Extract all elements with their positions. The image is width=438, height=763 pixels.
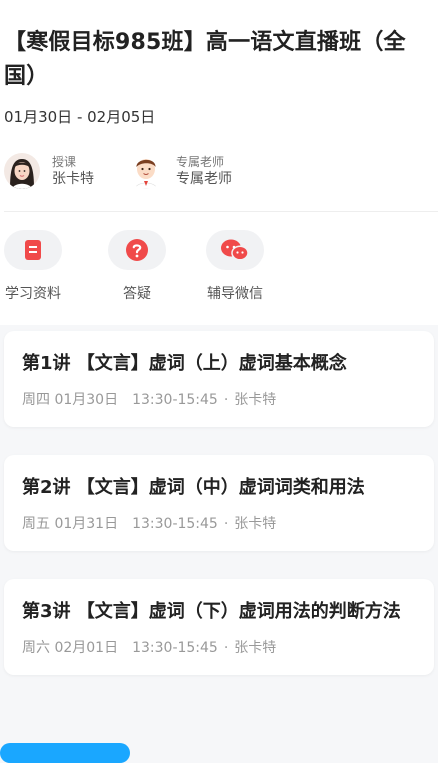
- teacher-name: 专属老师: [176, 171, 232, 187]
- lesson-card[interactable]: 第2讲 【文言】虚词（中）虚词词类和用法 周五 01月31日 13:30-15:4…: [4, 455, 434, 551]
- study-materials-label: 学习资料: [5, 286, 61, 302]
- lesson-meta-separator: ·: [223, 640, 229, 656]
- lesson-teacher: 张卡特: [234, 392, 277, 408]
- course-header: 【寒假目标985班】高一语文直播班（全国） 01月30日 - 02月05日 授课…: [0, 0, 438, 325]
- lesson-meta: 周六 02月01日 13:30-15:45 · 张卡特: [22, 637, 418, 657]
- qa-button[interactable]: 答疑: [108, 230, 166, 303]
- document-icon: [4, 230, 62, 270]
- teacher-list: 授课 张卡特 专属老师 专属老师: [4, 149, 438, 193]
- lesson-list: 第1讲 【文言】虚词（上）虚词基本概念 周四 01月30日 13:30-15:45…: [0, 325, 438, 675]
- lesson-title: 第3讲 【文言】虚词（下）虚词用法的判断方法: [22, 601, 401, 622]
- qa-label: 答疑: [123, 286, 151, 302]
- lesson-meta: 周五 01月31日 13:30-15:45 · 张卡特: [22, 513, 418, 533]
- lesson-time: 13:30-15:45: [132, 392, 218, 408]
- female-teacher-avatar-icon: [4, 153, 40, 189]
- male-teacher-avatar-icon: [128, 153, 164, 189]
- lesson-day: 周四 01月30日: [22, 392, 119, 408]
- course-title: 【寒假目标985班】高一语文直播班（全国）: [4, 30, 406, 89]
- lesson-title: 第1讲 【文言】虚词（上）虚词基本概念: [22, 353, 347, 374]
- teacher-assistant[interactable]: 专属老师 专属老师: [128, 153, 232, 189]
- lesson-teacher: 张卡特: [234, 640, 277, 656]
- teacher-role-label: 授课: [52, 155, 77, 169]
- lesson-card[interactable]: 第1讲 【文言】虚词（上）虚词基本概念 周四 01月30日 13:30-15:45…: [4, 331, 434, 427]
- lesson-day: 周六 02月01日: [22, 640, 119, 656]
- lesson-card[interactable]: 第3讲 【文言】虚词（下）虚词用法的判断方法 周六 02月01日 13:30-15…: [4, 579, 434, 675]
- lesson-teacher: 张卡特: [234, 516, 277, 532]
- question-icon: [108, 230, 166, 270]
- tool-bar: 学习资料 答疑 辅导微信: [4, 212, 438, 325]
- lesson-meta-separator: ·: [223, 516, 229, 532]
- study-materials-button[interactable]: 学习资料: [4, 230, 62, 303]
- tutor-wechat-button[interactable]: 辅导微信: [206, 230, 264, 303]
- lesson-meta-separator: ·: [223, 392, 229, 408]
- bottom-action-bar[interactable]: [0, 743, 130, 763]
- lesson-day: 周五 01月31日: [22, 516, 119, 532]
- course-date-range: 01月30日 - 02月05日: [4, 108, 156, 126]
- teacher-name: 张卡特: [52, 171, 94, 187]
- lesson-title: 第2讲 【文言】虚词（中）虚词词类和用法: [22, 477, 365, 498]
- wechat-icon: [206, 230, 264, 270]
- tutor-wechat-label: 辅导微信: [207, 286, 263, 302]
- lesson-meta: 周四 01月30日 13:30-15:45 · 张卡特: [22, 389, 418, 409]
- teacher-role-label: 专属老师: [176, 155, 225, 169]
- lesson-time: 13:30-15:45: [132, 640, 218, 656]
- teacher-instructor[interactable]: 授课 张卡特: [4, 153, 94, 189]
- lesson-time: 13:30-15:45: [132, 516, 218, 532]
